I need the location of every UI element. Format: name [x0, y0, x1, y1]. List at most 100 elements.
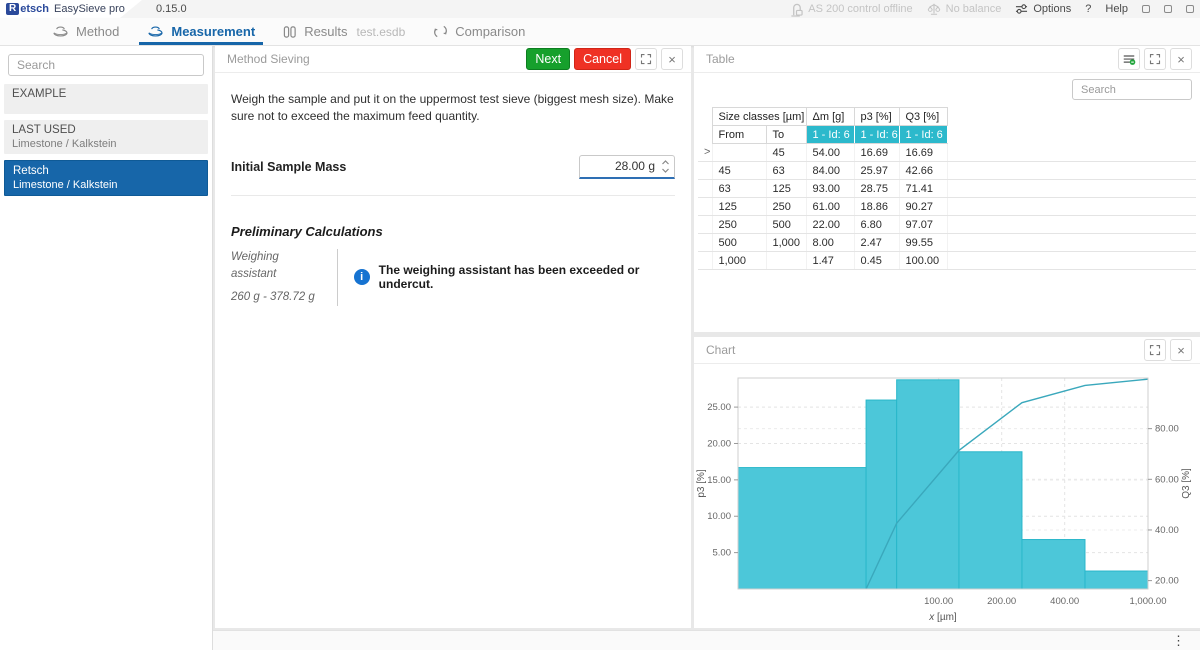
- close-icon: ×: [1177, 52, 1185, 67]
- series-id-cell[interactable]: 1 - Id: 6: [899, 126, 947, 144]
- y-right-tick-label: 40.00: [1155, 525, 1179, 536]
- subheader-to[interactable]: To: [766, 126, 806, 144]
- y-right-tick-label: 60.00: [1155, 474, 1179, 485]
- sidebar-item-retsch-selected[interactable]: Retsch Limestone / Kalkstein: [4, 160, 208, 196]
- next-button[interactable]: Next: [526, 48, 570, 70]
- y-left-tick-label: 20.00: [707, 438, 731, 449]
- y-left-tick-label: 5.00: [713, 548, 732, 559]
- tab-measurement[interactable]: Measurement: [133, 18, 269, 45]
- table-columns-settings-button[interactable]: [1118, 48, 1140, 70]
- expand-panel-button[interactable]: [635, 48, 657, 70]
- y-right-tick-label: 80.00: [1155, 424, 1179, 435]
- help-question-button[interactable]: ?: [1085, 3, 1091, 15]
- chart-panel: Chart × 5.0010.0015.0020.0025.0020.0040.…: [694, 337, 1200, 628]
- compare-cycle-icon: [433, 24, 448, 39]
- p3-histogram-bar: [866, 400, 897, 589]
- row-marker: >: [698, 144, 712, 162]
- results-filename: test.esdb: [357, 25, 406, 39]
- weighing-assistant-block: Weighing assistant 260 g - 378.72 g: [231, 249, 321, 307]
- column-header-dm[interactable]: Δm [g]: [806, 108, 854, 126]
- tab-method[interactable]: Method: [38, 18, 133, 45]
- y-left-tick-label: 15.00: [707, 475, 731, 486]
- window-maximize-button[interactable]: [1164, 5, 1172, 13]
- table-panel: Table ×: [694, 46, 1200, 332]
- sieve-pan-icon: [52, 25, 69, 38]
- expand-icon: [640, 53, 652, 65]
- initial-sample-mass-label: Initial Sample Mass: [231, 160, 346, 174]
- expand-panel-button[interactable]: [1144, 48, 1166, 70]
- instruction-text: Weigh the sample and put it on the upper…: [231, 91, 675, 125]
- app-logo: R etsch EasySieve pro: [0, 0, 150, 18]
- x-tick-label: 400.00: [1050, 596, 1079, 607]
- column-header-p3[interactable]: p3 [%]: [854, 108, 899, 126]
- close-panel-button[interactable]: ×: [661, 48, 683, 70]
- sliders-icon: [1015, 3, 1028, 15]
- x-tick-label: 1,000.00: [1130, 596, 1167, 607]
- sidebar-search-input[interactable]: [8, 54, 204, 76]
- help-button[interactable]: Help: [1105, 3, 1128, 15]
- list-settings-icon: [1122, 53, 1136, 66]
- table-row[interactable]: > 45 54.00 16.69 16.69: [698, 144, 1196, 162]
- results-table: Size classes [µm] Δm [g] p3 [%] Q3 [%] F…: [698, 107, 1196, 270]
- close-panel-button[interactable]: ×: [1170, 339, 1192, 361]
- divider: [337, 249, 338, 307]
- app-version: 0.15.0: [156, 3, 187, 15]
- expand-icon: [1149, 53, 1161, 65]
- cancel-button[interactable]: Cancel: [574, 48, 631, 70]
- weighing-assistant-warning: The weighing assistant has been exceeded…: [379, 263, 675, 291]
- sidebar-group-example[interactable]: EXAMPLE: [4, 84, 208, 114]
- info-icon: i: [354, 269, 370, 285]
- particle-size-distribution-chart: 5.0010.0015.0020.0025.0020.0040.0060.008…: [694, 364, 1200, 628]
- p3-histogram-bar: [897, 380, 959, 589]
- sieve-pan-icon: [147, 25, 164, 38]
- weighing-assistant-label: Weighing assistant: [231, 249, 321, 284]
- table-row[interactable]: 45 63 84.00 25.97 42.66: [698, 162, 1196, 180]
- close-panel-button[interactable]: ×: [1170, 48, 1192, 70]
- window-close-button[interactable]: [1186, 5, 1194, 13]
- table-row[interactable]: 500 1,000 8.00 2.47 99.55: [698, 234, 1196, 252]
- retsch-logo-icon: R: [6, 3, 19, 15]
- bars-icon: [283, 25, 297, 39]
- x-tick-label: 100.00: [924, 596, 953, 607]
- y-left-axis-title: p3 [%]: [696, 469, 707, 498]
- method-sidebar: EXAMPLE LAST USED Limestone / Kalkstein …: [0, 46, 213, 650]
- p3-histogram-bar: [738, 468, 866, 589]
- table-search-input[interactable]: [1072, 79, 1192, 100]
- title-bar: R etsch EasySieve pro 0.15.0 AS 200 cont…: [0, 0, 1200, 18]
- options-button[interactable]: Options: [1015, 3, 1071, 15]
- device-status: AS 200 control offline: [790, 2, 912, 17]
- panel-title: Chart: [706, 343, 735, 357]
- expand-icon: [1149, 344, 1161, 356]
- spinner-stepper-icon[interactable]: [661, 159, 670, 174]
- p3-histogram-bar: [1085, 571, 1148, 589]
- tab-results[interactable]: Results test.esdb: [269, 18, 419, 45]
- x-axis-title: x [µm]: [928, 612, 957, 623]
- product-name: EasySieve pro: [54, 3, 125, 15]
- series-id-cell[interactable]: 1 - Id: 6: [806, 126, 854, 144]
- series-id-cell[interactable]: 1 - Id: 6: [854, 126, 899, 144]
- table-row[interactable]: 250 500 22.00 6.80 97.07: [698, 216, 1196, 234]
- window-minimize-button[interactable]: [1142, 5, 1150, 13]
- sidebar-item-last-used[interactable]: LAST USED Limestone / Kalkstein: [4, 120, 208, 154]
- panel-title: Table: [706, 52, 735, 66]
- p3-histogram-bar: [959, 452, 1022, 589]
- column-header-q3[interactable]: Q3 [%]: [899, 108, 947, 126]
- close-icon: ×: [1177, 343, 1185, 358]
- y-right-axis-title: Q3 [%]: [1181, 468, 1192, 499]
- table-row[interactable]: 63 125 93.00 28.75 71.41: [698, 180, 1196, 198]
- more-options-icon[interactable]: ⋮: [1172, 633, 1186, 649]
- column-header-size-classes[interactable]: Size classes [µm]: [712, 108, 806, 126]
- method-sieving-panel: Method Sieving Next Cancel × Weigh the s…: [215, 46, 691, 628]
- subheader-from[interactable]: From: [712, 126, 766, 144]
- table-row[interactable]: 125 250 61.00 18.86 90.27: [698, 198, 1196, 216]
- initial-sample-mass-input[interactable]: 28.00 g: [579, 155, 675, 179]
- tab-comparison[interactable]: Comparison: [419, 18, 539, 45]
- balance-icon: [927, 2, 941, 16]
- expand-panel-button[interactable]: [1144, 339, 1166, 361]
- preliminary-calculations-title: Preliminary Calculations: [231, 224, 675, 239]
- weighing-assistant-range: 260 g - 378.72 g: [231, 289, 321, 306]
- table-row[interactable]: 1,000 1.47 0.45 100.00: [698, 252, 1196, 270]
- initial-sample-mass-row: Initial Sample Mass 28.00 g: [231, 155, 675, 196]
- p3-histogram-bar: [1022, 540, 1085, 589]
- y-left-tick-label: 25.00: [707, 402, 731, 413]
